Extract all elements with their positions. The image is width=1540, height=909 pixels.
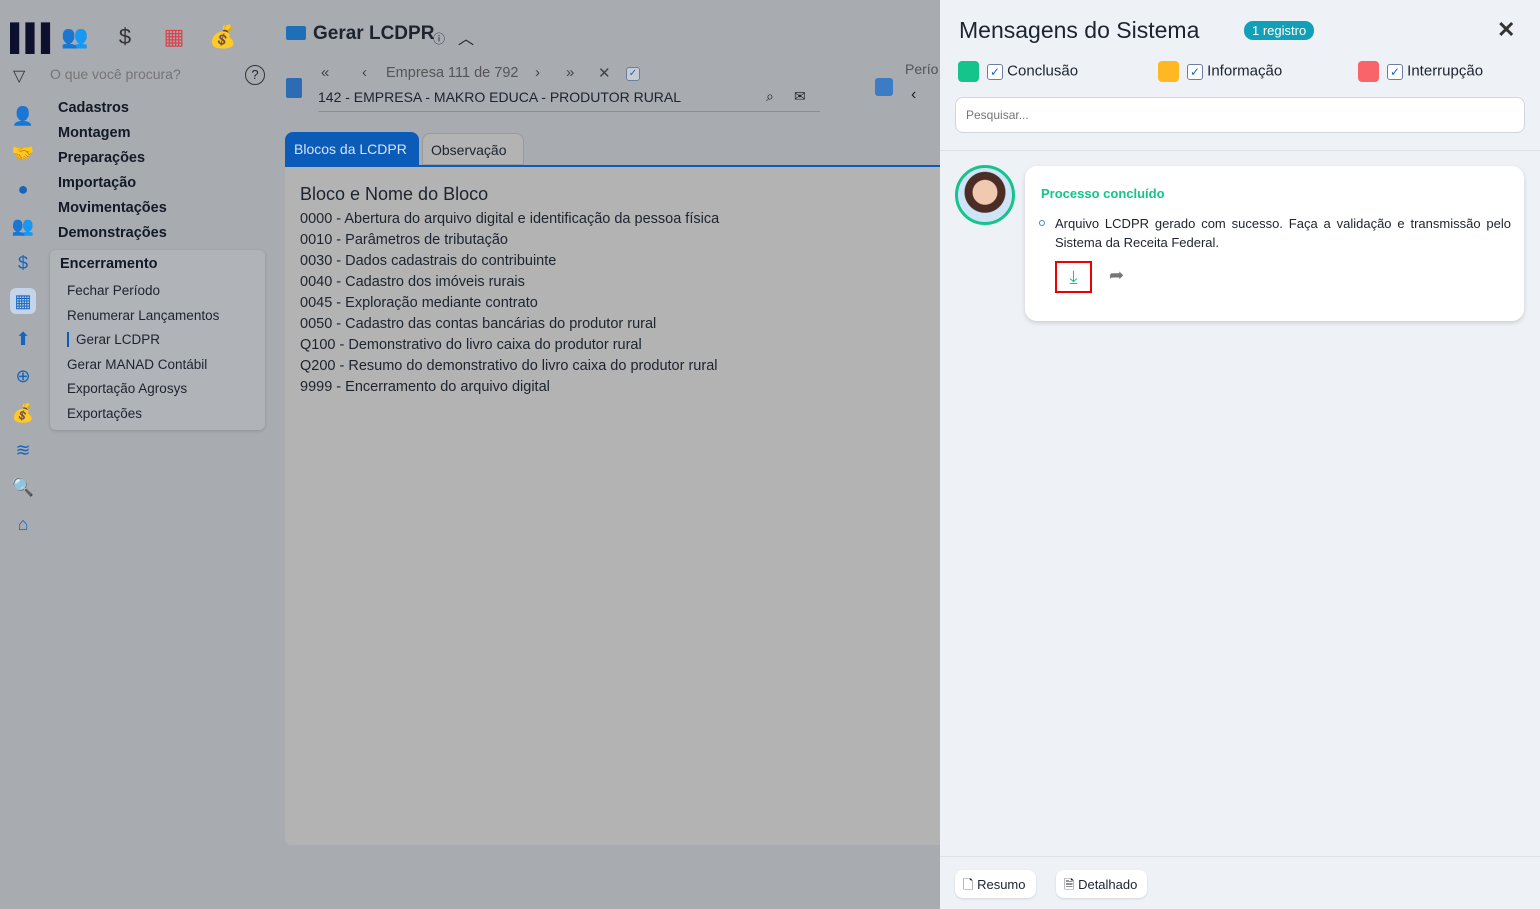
panel-title: Mensagens do Sistema bbox=[959, 17, 1200, 43]
menu-importacao[interactable]: Importação bbox=[58, 175, 136, 191]
conclusao-label: Conclusão bbox=[1007, 62, 1079, 80]
bullet-icon bbox=[1039, 220, 1045, 226]
dollar-circle-icon[interactable]: $ bbox=[10, 250, 36, 276]
menu-demonstracoes[interactable]: Demonstrações bbox=[58, 225, 167, 241]
footer-divider bbox=[940, 856, 1540, 857]
submenu-exportacao-agrosys[interactable]: Exportação Agrosys bbox=[67, 381, 187, 396]
submenu-exportacoes[interactable]: Exportações bbox=[67, 406, 142, 421]
periodo-prev-icon[interactable]: ‹ bbox=[911, 86, 916, 104]
forward-icon[interactable]: ➦ bbox=[1109, 265, 1124, 286]
dollar-icon[interactable]: $ bbox=[110, 22, 140, 52]
calculator-icon[interactable]: ▦ bbox=[159, 22, 189, 52]
interrupcao-label: Interrupção bbox=[1407, 62, 1484, 80]
tree-icon[interactable]: ⬆ bbox=[10, 326, 36, 352]
next-page-button[interactable]: › bbox=[535, 64, 540, 81]
mail-icon[interactable]: ✉ bbox=[794, 88, 806, 105]
layers-icon[interactable]: ≋ bbox=[10, 437, 36, 463]
bloco-item: 0050 - Cadastro das contas bancárias do … bbox=[300, 316, 657, 332]
first-page-button[interactable]: « bbox=[321, 64, 329, 81]
money-bag-side-icon[interactable]: 💰 bbox=[10, 400, 36, 426]
message-card: Processo concluído Arquivo LCDPR gerado … bbox=[1025, 166, 1524, 321]
menu-movimentacoes[interactable]: Movimentações bbox=[58, 200, 167, 216]
interrupcao-swatch bbox=[1358, 61, 1379, 82]
system-messages-panel: Mensagens do Sistema 1 registro ✕ ✓ Conc… bbox=[940, 0, 1540, 909]
message-title: Processo concluído bbox=[1041, 186, 1165, 201]
bloco-item: 0045 - Exploração mediante contrato bbox=[300, 295, 538, 311]
prev-page-button[interactable]: ‹ bbox=[362, 64, 367, 81]
filter-icon[interactable]: ▽ bbox=[13, 66, 25, 86]
close-icon[interactable]: ✕ bbox=[1497, 17, 1515, 43]
network-icon[interactable]: ⊕ bbox=[10, 363, 36, 389]
bloco-item: 0040 - Cadastro dos imóveis rurais bbox=[300, 274, 525, 290]
bloco-item: 0000 - Abertura do arquivo digital e ide… bbox=[300, 211, 720, 227]
periodo-label: Perío bbox=[905, 61, 939, 77]
info-icon[interactable]: ⓘ bbox=[433, 30, 445, 47]
handshake-icon[interactable]: 🤝 bbox=[10, 140, 36, 166]
bloco-item: 9999 - Encerramento do arquivo digital bbox=[300, 379, 550, 395]
message-text: Arquivo LCDPR gerado com sucesso. Faça a… bbox=[1055, 216, 1511, 250]
search-icon[interactable]: 🔍 bbox=[10, 474, 36, 500]
blocos-panel: Bloco e Nome do Bloco 0000 - Abertura do… bbox=[285, 165, 945, 845]
last-page-button[interactable]: » bbox=[566, 64, 574, 81]
money-bag-icon[interactable]: 💰 bbox=[208, 22, 238, 52]
tab-blocos[interactable]: Blocos da LCDPR bbox=[285, 132, 419, 165]
download-button[interactable]: ⤓ bbox=[1055, 261, 1092, 293]
calculator-active-icon[interactable]: ▦ bbox=[10, 288, 36, 314]
submenu-fechar-periodo[interactable]: Fechar Período bbox=[67, 283, 160, 298]
detalhado-button[interactable]: 🗎 Detalhado bbox=[1056, 870, 1148, 898]
document-lines-icon: 🗎 bbox=[1064, 877, 1075, 892]
menu-cadastros[interactable]: Cadastros bbox=[58, 100, 129, 116]
bloco-item: Q100 - Demonstrativo do livro caixa do p… bbox=[300, 337, 642, 353]
bloco-item: 0010 - Parâmetros de tributação bbox=[300, 232, 508, 248]
people-icon[interactable]: 👥 bbox=[60, 22, 90, 52]
divider bbox=[940, 150, 1540, 151]
conclusao-checkbox[interactable]: ✓ bbox=[987, 63, 1003, 80]
panel-search-input[interactable] bbox=[955, 97, 1525, 133]
clear-icon[interactable]: ✕ bbox=[598, 64, 611, 82]
help-icon[interactable]: ? bbox=[245, 65, 265, 85]
building-icon bbox=[286, 78, 302, 98]
informacao-swatch bbox=[1158, 61, 1179, 82]
clock-icon[interactable]: ● bbox=[10, 176, 36, 202]
users-icon[interactable]: 👥 bbox=[10, 213, 36, 239]
empresa-nav-text: Empresa 111 de 792 bbox=[386, 65, 519, 81]
bloco-item: 0030 - Dados cadastrais do contribuinte bbox=[300, 253, 557, 269]
record-count-badge: 1 registro bbox=[1244, 21, 1315, 40]
submenu-renumerar[interactable]: Renumerar Lançamentos bbox=[67, 308, 219, 323]
detalhado-label: Detalhado bbox=[1078, 877, 1138, 892]
search-empresa-icon[interactable]: ⌕ bbox=[766, 88, 774, 105]
tab-observacao[interactable]: Observação bbox=[422, 133, 524, 165]
monitor-icon bbox=[286, 26, 306, 40]
blocos-title: Bloco e Nome do Bloco bbox=[300, 184, 489, 204]
resumo-button[interactable]: 🗋 Resumo bbox=[955, 870, 1036, 898]
conclusao-swatch bbox=[958, 61, 979, 82]
resumo-label: Resumo bbox=[977, 877, 1026, 892]
user-gear-icon[interactable]: 👤 bbox=[10, 103, 36, 129]
filter-interrupcao[interactable]: ✓ Interrupção bbox=[1358, 61, 1483, 82]
interrupcao-checkbox[interactable]: ✓ bbox=[1387, 63, 1403, 80]
search-input[interactable] bbox=[50, 66, 230, 82]
submenu-gerar-manad[interactable]: Gerar MANAD Contábil bbox=[67, 357, 207, 372]
filter-conclusao[interactable]: ✓ Conclusão bbox=[958, 61, 1078, 82]
home-icon[interactable]: ⌂ bbox=[10, 511, 36, 537]
avatar bbox=[955, 165, 1015, 225]
page-title: Gerar LCDPR bbox=[313, 23, 435, 44]
bloco-item: Q200 - Resumo do demonstrativo do livro … bbox=[300, 358, 718, 374]
submenu-gerar-lcdpr[interactable]: Gerar LCDPR bbox=[67, 332, 160, 347]
informacao-checkbox[interactable]: ✓ bbox=[1187, 63, 1203, 80]
empresa-field[interactable]: 142 - EMPRESA - MAKRO EDUCA - PRODUTOR R… bbox=[318, 89, 820, 112]
informacao-label: Informação bbox=[1207, 62, 1283, 80]
calendar-icon bbox=[875, 78, 893, 96]
menu-preparacoes[interactable]: Preparações bbox=[58, 150, 145, 166]
menu-encerramento[interactable]: Encerramento bbox=[60, 256, 158, 272]
blocos-list: 0000 - Abertura do arquivo digital e ide… bbox=[300, 211, 945, 400]
chevron-up-icon[interactable]: ︿ bbox=[458, 25, 474, 49]
app-logo: ▌▌▌ bbox=[10, 22, 59, 52]
confirm-checkbox[interactable]: ✓ bbox=[626, 67, 640, 81]
filter-informacao[interactable]: ✓ Informação bbox=[1158, 61, 1282, 82]
document-icon: 🗋 bbox=[963, 877, 974, 892]
menu-montagem[interactable]: Montagem bbox=[58, 125, 131, 141]
